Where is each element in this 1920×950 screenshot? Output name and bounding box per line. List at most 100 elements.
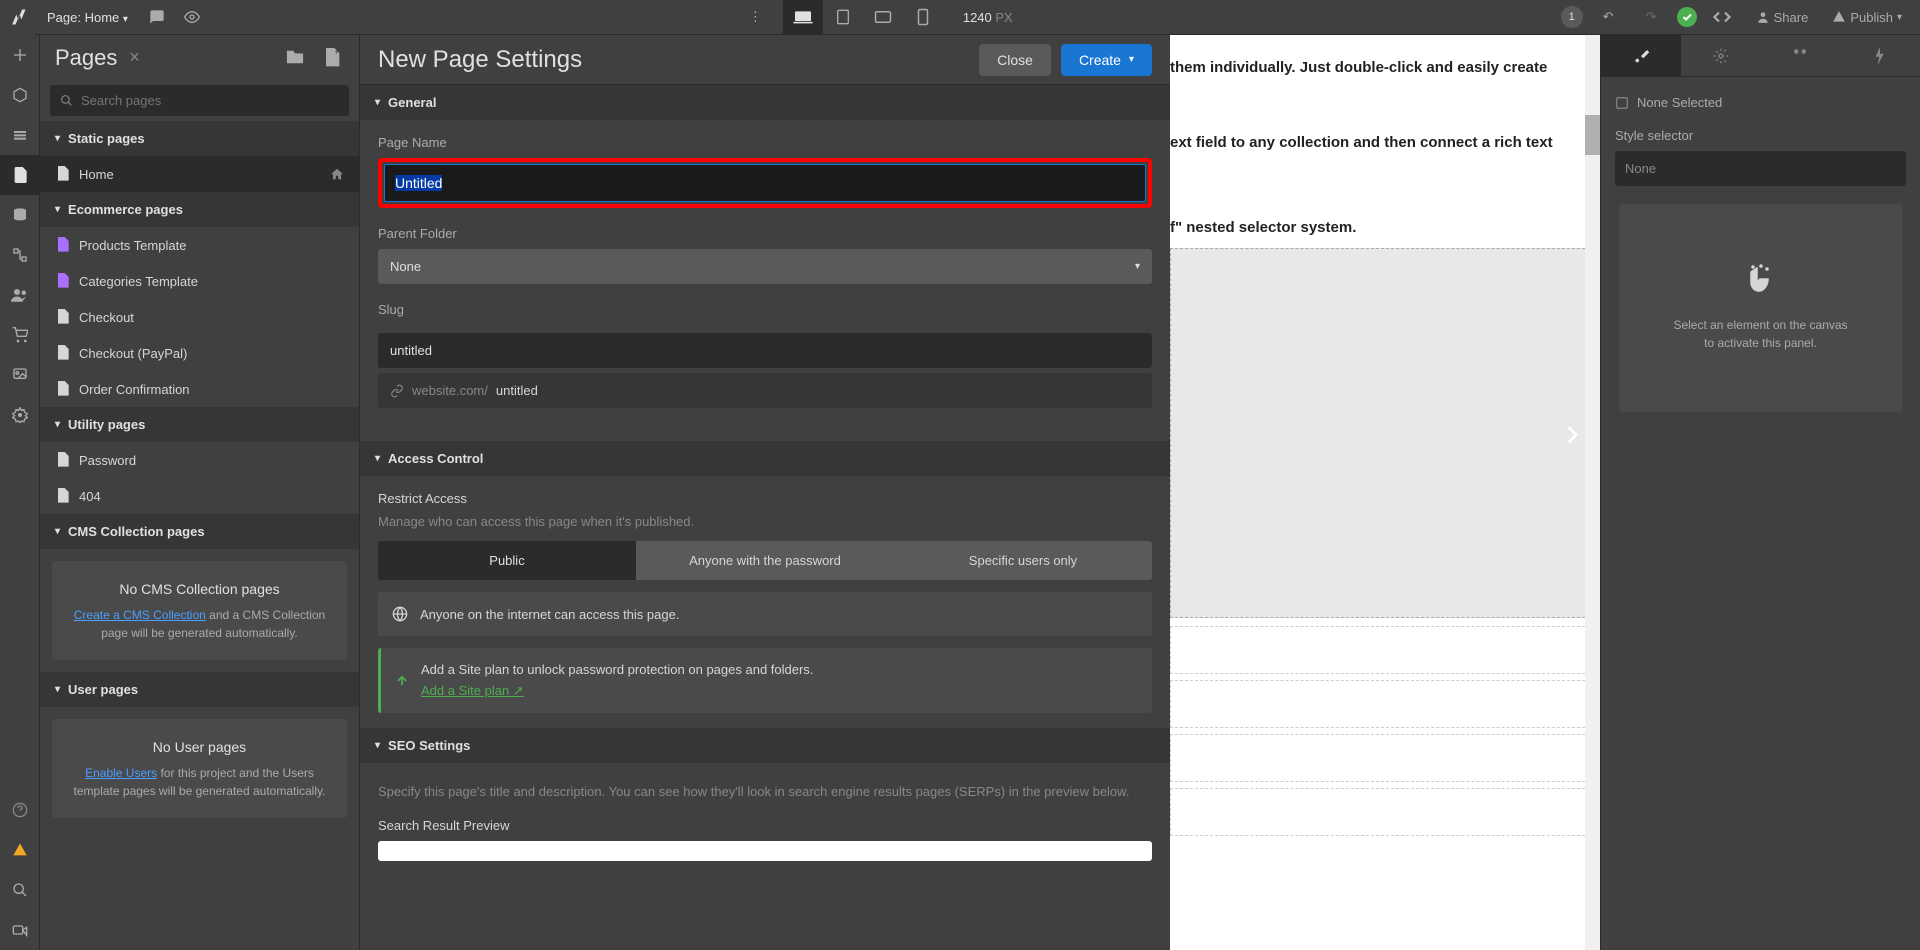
device-switcher: ⋮ 1240 PX	[210, 0, 1561, 35]
add-site-plan-link[interactable]: Add a Site plan ↗	[421, 683, 524, 698]
layers-icon[interactable]	[0, 115, 40, 155]
placeholder-block[interactable]	[1170, 626, 1600, 674]
interactions-tab[interactable]	[1761, 35, 1841, 76]
pages-icon[interactable]	[0, 155, 40, 195]
new-page-icon[interactable]: +	[318, 44, 344, 72]
page-item-products[interactable]: Products Template	[40, 227, 359, 263]
status-ok-icon[interactable]	[1677, 7, 1697, 27]
restrict-label: Restrict Access	[378, 491, 1152, 506]
slug-input[interactable]	[378, 333, 1152, 368]
page-item-categories[interactable]: Categories Template	[40, 263, 359, 299]
left-toolbar	[0, 35, 40, 950]
seg-specific[interactable]: Specific users only	[894, 541, 1152, 580]
code-icon[interactable]	[1705, 0, 1740, 35]
ecommerce-icon[interactable]	[0, 315, 40, 355]
settings-panel: New Page Settings Close Create▾ ▾General…	[360, 35, 1170, 950]
cms-pages-header[interactable]: ▾CMS Collection pages	[40, 514, 359, 549]
general-section-header[interactable]: ▾General	[360, 85, 1170, 120]
create-cms-link[interactable]: Create a CMS Collection	[74, 608, 206, 622]
plan-info-row: Add a Site plan to unlock password prote…	[378, 648, 1152, 713]
user-pages-header[interactable]: ▾User pages	[40, 672, 359, 707]
restrict-sublabel: Manage who can access this page when it'…	[378, 514, 1152, 529]
utility-pages-header[interactable]: ▾Utility pages	[40, 407, 359, 442]
seo-section-header[interactable]: ▾SEO Settings	[360, 728, 1170, 763]
plan-info-text: Add a Site plan to unlock password prote…	[421, 662, 813, 677]
video-icon[interactable]	[0, 910, 40, 950]
close-icon[interactable]: ×	[129, 47, 140, 68]
info-text: Anyone on the internet can access this p…	[420, 607, 679, 622]
tablet-landscape-device[interactable]	[863, 0, 903, 35]
scroll-thumb[interactable]	[1585, 115, 1600, 155]
home-icon	[330, 167, 344, 181]
next-arrow-icon[interactable]: ›	[1566, 411, 1579, 456]
style-selector-input[interactable]: None	[1615, 151, 1906, 186]
canvas[interactable]: them individually. Just double-click and…	[1170, 35, 1600, 950]
ecommerce-pages-header[interactable]: ▾Ecommerce pages	[40, 192, 359, 227]
more-icon[interactable]: ⋮	[738, 0, 773, 35]
page-label: Home	[79, 167, 114, 182]
scrollbar[interactable]	[1585, 35, 1600, 950]
publish-button[interactable]: Publish ▾	[1824, 10, 1910, 25]
page-item-checkout-paypal[interactable]: Checkout (PayPal)	[40, 335, 359, 371]
settings-header: New Page Settings Close Create▾	[360, 35, 1170, 85]
right-panel: None Selected Style selector None Select…	[1600, 35, 1920, 950]
share-button[interactable]: Share	[1748, 10, 1817, 25]
pages-header: Pages × + +	[40, 35, 359, 80]
search-input[interactable]	[81, 93, 339, 108]
page-indicator[interactable]: Page: Home ▾	[35, 10, 140, 25]
tablet-device[interactable]	[823, 0, 863, 35]
notification-badge[interactable]: 1	[1561, 6, 1583, 28]
publish-label: Publish	[1850, 10, 1893, 25]
search-pages[interactable]	[50, 85, 349, 116]
style-tab[interactable]	[1601, 35, 1681, 76]
box-icon[interactable]	[0, 75, 40, 115]
webflow-logo[interactable]	[0, 0, 35, 35]
placeholder-block[interactable]	[1170, 788, 1600, 836]
image-placeholder[interactable]: ›	[1170, 248, 1600, 618]
effects-tab[interactable]	[1840, 35, 1920, 76]
enable-users-link[interactable]: Enable Users	[85, 766, 157, 780]
help-icon[interactable]	[0, 790, 40, 830]
none-selected-label: None Selected	[1637, 95, 1722, 110]
audit-icon[interactable]	[0, 830, 40, 870]
users-icon[interactable]	[0, 275, 40, 315]
page-item-home[interactable]: Home	[40, 156, 359, 192]
empty-state: Select an element on the canvas to activ…	[1619, 204, 1902, 412]
assets-icon[interactable]	[0, 355, 40, 395]
settings-tab[interactable]	[1681, 35, 1761, 76]
static-pages-header[interactable]: ▾Static pages	[40, 121, 359, 156]
parent-folder-select[interactable]: None ▾	[378, 249, 1152, 284]
close-button[interactable]: Close	[979, 44, 1051, 76]
settings-icon[interactable]	[0, 395, 40, 435]
right-tabs	[1601, 35, 1920, 77]
page-item-order-confirm[interactable]: Order Confirmation	[40, 371, 359, 407]
seg-public[interactable]: Public	[378, 541, 636, 580]
chevron-down-icon: ▾	[1129, 54, 1134, 65]
placeholder-block[interactable]	[1170, 680, 1600, 728]
access-section-header[interactable]: ▾Access Control	[360, 441, 1170, 476]
undo-icon[interactable]: ↶	[1591, 0, 1626, 35]
navigator-icon[interactable]	[0, 235, 40, 275]
page-item-checkout[interactable]: Checkout	[40, 299, 359, 335]
preview-icon[interactable]	[175, 0, 210, 35]
cms-icon[interactable]	[0, 195, 40, 235]
empty-title: No CMS Collection pages	[64, 579, 335, 600]
section-label: Ecommerce pages	[68, 202, 183, 217]
page-name-highlight	[378, 158, 1152, 208]
mobile-device[interactable]	[903, 0, 943, 35]
url-prefix: website.com/	[412, 383, 488, 398]
page-label: Checkout (PayPal)	[79, 346, 187, 361]
page-name-input[interactable]	[384, 164, 1146, 202]
add-icon[interactable]	[0, 35, 40, 75]
comments-icon[interactable]	[140, 0, 175, 35]
redo-icon[interactable]: ↷	[1634, 0, 1669, 35]
new-folder-icon[interactable]: +	[280, 44, 310, 72]
desktop-device[interactable]	[783, 0, 823, 35]
seg-password[interactable]: Anyone with the password	[636, 541, 894, 580]
page-item-404[interactable]: 404	[40, 478, 359, 514]
placeholder-block[interactable]	[1170, 734, 1600, 782]
canvas-width[interactable]: 1240 PX	[943, 10, 1033, 25]
create-button[interactable]: Create▾	[1061, 44, 1152, 76]
search-icon[interactable]	[0, 870, 40, 910]
page-item-password[interactable]: Password	[40, 442, 359, 478]
